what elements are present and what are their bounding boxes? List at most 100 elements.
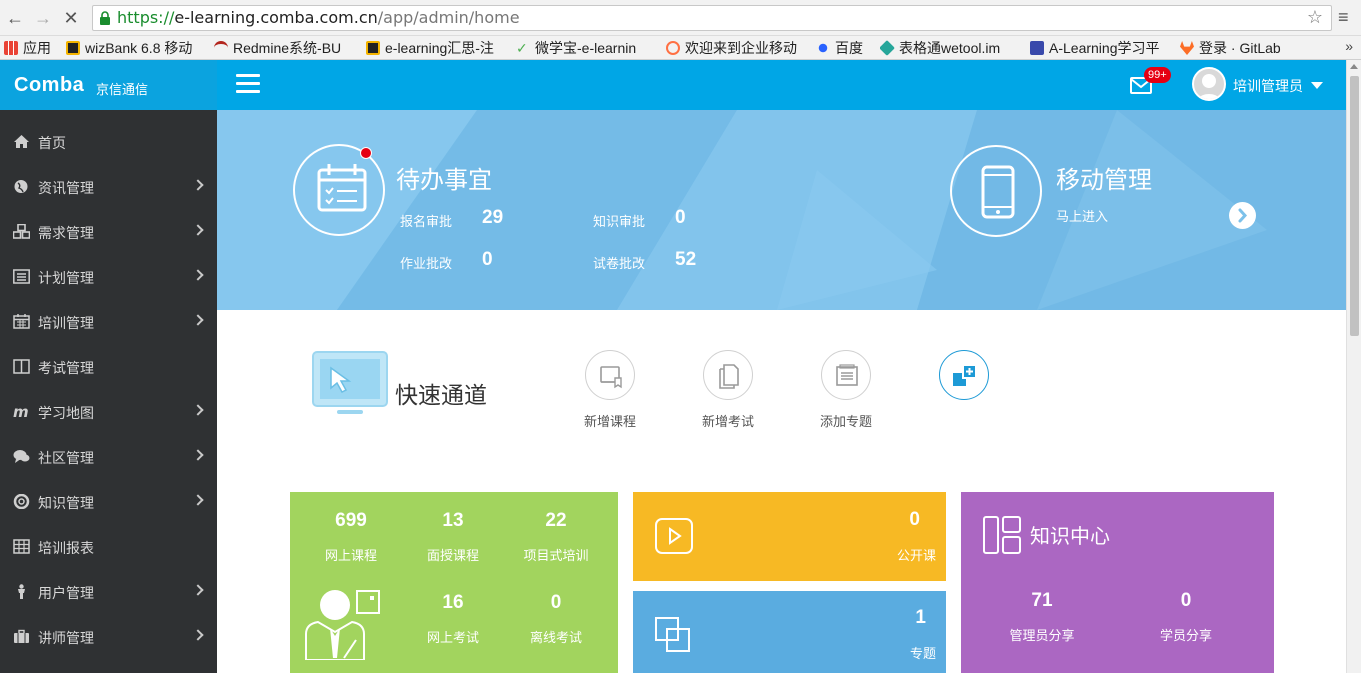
- todo-stat-label[interactable]: 作业批改: [400, 253, 452, 272]
- home-icon: [14, 135, 29, 148]
- user-dropdown-caret-icon[interactable]: [1311, 82, 1323, 89]
- sidebar-item-learning-map[interactable]: m 学习地图: [0, 389, 217, 434]
- apps-grid-icon: [4, 41, 18, 55]
- add-exam-button[interactable]: [703, 350, 753, 400]
- scroll-thumb[interactable]: [1350, 76, 1359, 336]
- bookmark-wizbank[interactable]: wizBank 6.8 移动: [66, 38, 206, 58]
- knowledge-center-title[interactable]: 知识中心: [1030, 520, 1110, 549]
- project-training-count[interactable]: 22: [525, 510, 587, 532]
- stop-loading-icon[interactable]: ✕: [60, 7, 82, 29]
- forward-arrow-icon[interactable]: →: [32, 7, 54, 29]
- scroll-up-arrow-icon[interactable]: [1350, 64, 1358, 69]
- todo-stat-label[interactable]: 试卷批改: [593, 253, 645, 272]
- add-topic-label[interactable]: 添加专题: [806, 411, 886, 430]
- url-host: e-learning.comba.com.cn: [174, 8, 378, 27]
- sidebar-item-knowledge[interactable]: 知识管理: [0, 479, 217, 524]
- online-exam-count[interactable]: 16: [422, 592, 484, 614]
- classroom-course-count[interactable]: 13: [422, 510, 484, 532]
- add-course-button[interactable]: [585, 350, 635, 400]
- bookmark-star-icon[interactable]: ☆: [1307, 6, 1323, 30]
- sidebar-item-community[interactable]: 社区管理: [0, 434, 217, 479]
- sidebar-item-instructors[interactable]: 讲师管理: [0, 614, 217, 659]
- list-icon: [13, 269, 30, 284]
- admin-share-count[interactable]: 71: [1011, 590, 1073, 612]
- course-icon: [600, 366, 622, 389]
- browser-toolbar: ← → ✕ https://e-learning.comba.com.cn/ap…: [0, 0, 1361, 36]
- mobile-enter-link[interactable]: 马上进入: [1056, 206, 1108, 225]
- todo-calendar-icon[interactable]: [293, 144, 385, 236]
- topic-label[interactable]: 专题: [910, 643, 936, 662]
- todo-notification-dot: [360, 147, 372, 159]
- offline-exam-count[interactable]: 0: [525, 592, 587, 614]
- add-shortcut-button[interactable]: [939, 350, 989, 400]
- open-course-tile[interactable]: 0 公开课: [633, 492, 946, 581]
- open-course-count[interactable]: 0: [909, 509, 920, 531]
- bookmark-alearning[interactable]: A-Learning学习平: [1030, 38, 1170, 58]
- elearning-icon: [366, 41, 380, 55]
- topic-tile[interactable]: 1 专题: [633, 591, 946, 673]
- sidebar-item-reports[interactable]: 培训报表: [0, 524, 217, 569]
- username[interactable]: 培训管理员: [1233, 76, 1303, 96]
- open-course-label[interactable]: 公开课: [897, 545, 936, 564]
- add-course-label[interactable]: 新增课程: [570, 411, 650, 430]
- bookmark-welcome[interactable]: 欢迎来到企业移动: [666, 38, 806, 58]
- page-scrollbar[interactable]: [1346, 60, 1361, 673]
- mobile-phone-icon[interactable]: [950, 145, 1042, 237]
- sidebar-item-home[interactable]: 首页: [0, 119, 217, 164]
- dashboard-banner: 待办事宜 报名审批 29 知识审批 0 作业批改 0 试卷批改 52 移动管理 …: [217, 110, 1346, 310]
- todo-stat-value[interactable]: 0: [482, 249, 493, 271]
- overlap-squares-icon: [655, 617, 690, 652]
- classroom-course-label[interactable]: 面授课程: [412, 545, 494, 564]
- sidebar-item-exams[interactable]: 考试管理: [0, 344, 217, 389]
- project-training-label[interactable]: 项目式培训: [510, 545, 602, 564]
- todo-stat-label[interactable]: 知识审批: [593, 211, 645, 230]
- sidebar: 首页 资讯管理 需求管理 计划管理 培训管理 考试管理 m 学习地图 社区管理 …: [0, 110, 217, 673]
- online-course-label[interactable]: 网上课程: [310, 545, 392, 564]
- logo-area[interactable]: Comba 京信通信: [0, 60, 217, 110]
- todo-stat-value[interactable]: 0: [675, 207, 686, 229]
- online-exam-label[interactable]: 网上考试: [412, 627, 494, 646]
- chevron-right-icon: [192, 449, 204, 461]
- learner-share-count[interactable]: 0: [1155, 590, 1217, 612]
- offline-exam-label[interactable]: 离线考试: [515, 627, 597, 646]
- bookmark-gitlab[interactable]: 登录 · GitLab: [1180, 38, 1310, 58]
- sidebar-item-requirements[interactable]: 需求管理: [0, 209, 217, 254]
- svg-text:m: m: [13, 404, 29, 419]
- back-arrow-icon[interactable]: ←: [4, 7, 26, 29]
- bookmark-redmine[interactable]: Redmine系统-BU: [214, 38, 354, 58]
- mobile-title[interactable]: 移动管理: [1056, 160, 1152, 195]
- todo-stat-value[interactable]: 52: [675, 249, 696, 271]
- todo-stat-label[interactable]: 报名审批: [400, 211, 452, 230]
- menu-toggle-icon[interactable]: [236, 74, 260, 94]
- todo-title[interactable]: 待办事宜: [396, 160, 492, 195]
- avatar[interactable]: [1192, 67, 1226, 101]
- browser-menu-icon[interactable]: ≡: [1338, 7, 1349, 28]
- bookmark-elearning[interactable]: e-learning汇思-注: [366, 38, 508, 58]
- bookmark-baidu[interactable]: 百度: [816, 38, 874, 58]
- bookmarks-overflow-icon[interactable]: »: [1345, 38, 1353, 54]
- sidebar-item-training[interactable]: 培训管理: [0, 299, 217, 344]
- gitlab-fox-icon: [1180, 41, 1194, 55]
- course-stats-tile: 699 网上课程 13 面授课程 22 项目式培训 16 网上考试 0 离线考试: [290, 492, 618, 673]
- chevron-right-icon: [192, 224, 204, 236]
- add-topic-button[interactable]: [821, 350, 871, 400]
- sidebar-item-news[interactable]: 资讯管理: [0, 164, 217, 209]
- todo-stat-value[interactable]: 29: [482, 207, 503, 229]
- sidebar-item-users[interactable]: 用户管理: [0, 569, 217, 614]
- sidebar-item-plans[interactable]: 计划管理: [0, 254, 217, 299]
- topic-count[interactable]: 1: [915, 607, 926, 629]
- wizbank-icon: [66, 41, 80, 55]
- chevron-right-icon: [192, 269, 204, 281]
- bookmark-weixuebao[interactable]: ✓ 微学宝-e-learnin: [516, 38, 656, 58]
- admin-share-label[interactable]: 管理员分享: [997, 625, 1087, 644]
- bookmark-apps[interactable]: 应用: [4, 38, 62, 58]
- chevron-right-circle-icon[interactable]: [1229, 202, 1256, 229]
- exam-icon: [719, 364, 739, 389]
- cubes-icon: [13, 224, 30, 239]
- bookmark-wetool[interactable]: 表格通wetool.im: [880, 38, 1020, 58]
- online-course-count[interactable]: 699: [320, 510, 382, 532]
- add-shortcut-icon: [953, 364, 977, 386]
- address-bar[interactable]: https://e-learning.comba.com.cn/app/admi…: [92, 5, 1332, 31]
- learner-share-label[interactable]: 学员分享: [1141, 625, 1231, 644]
- add-exam-label[interactable]: 新增考试: [688, 411, 768, 430]
